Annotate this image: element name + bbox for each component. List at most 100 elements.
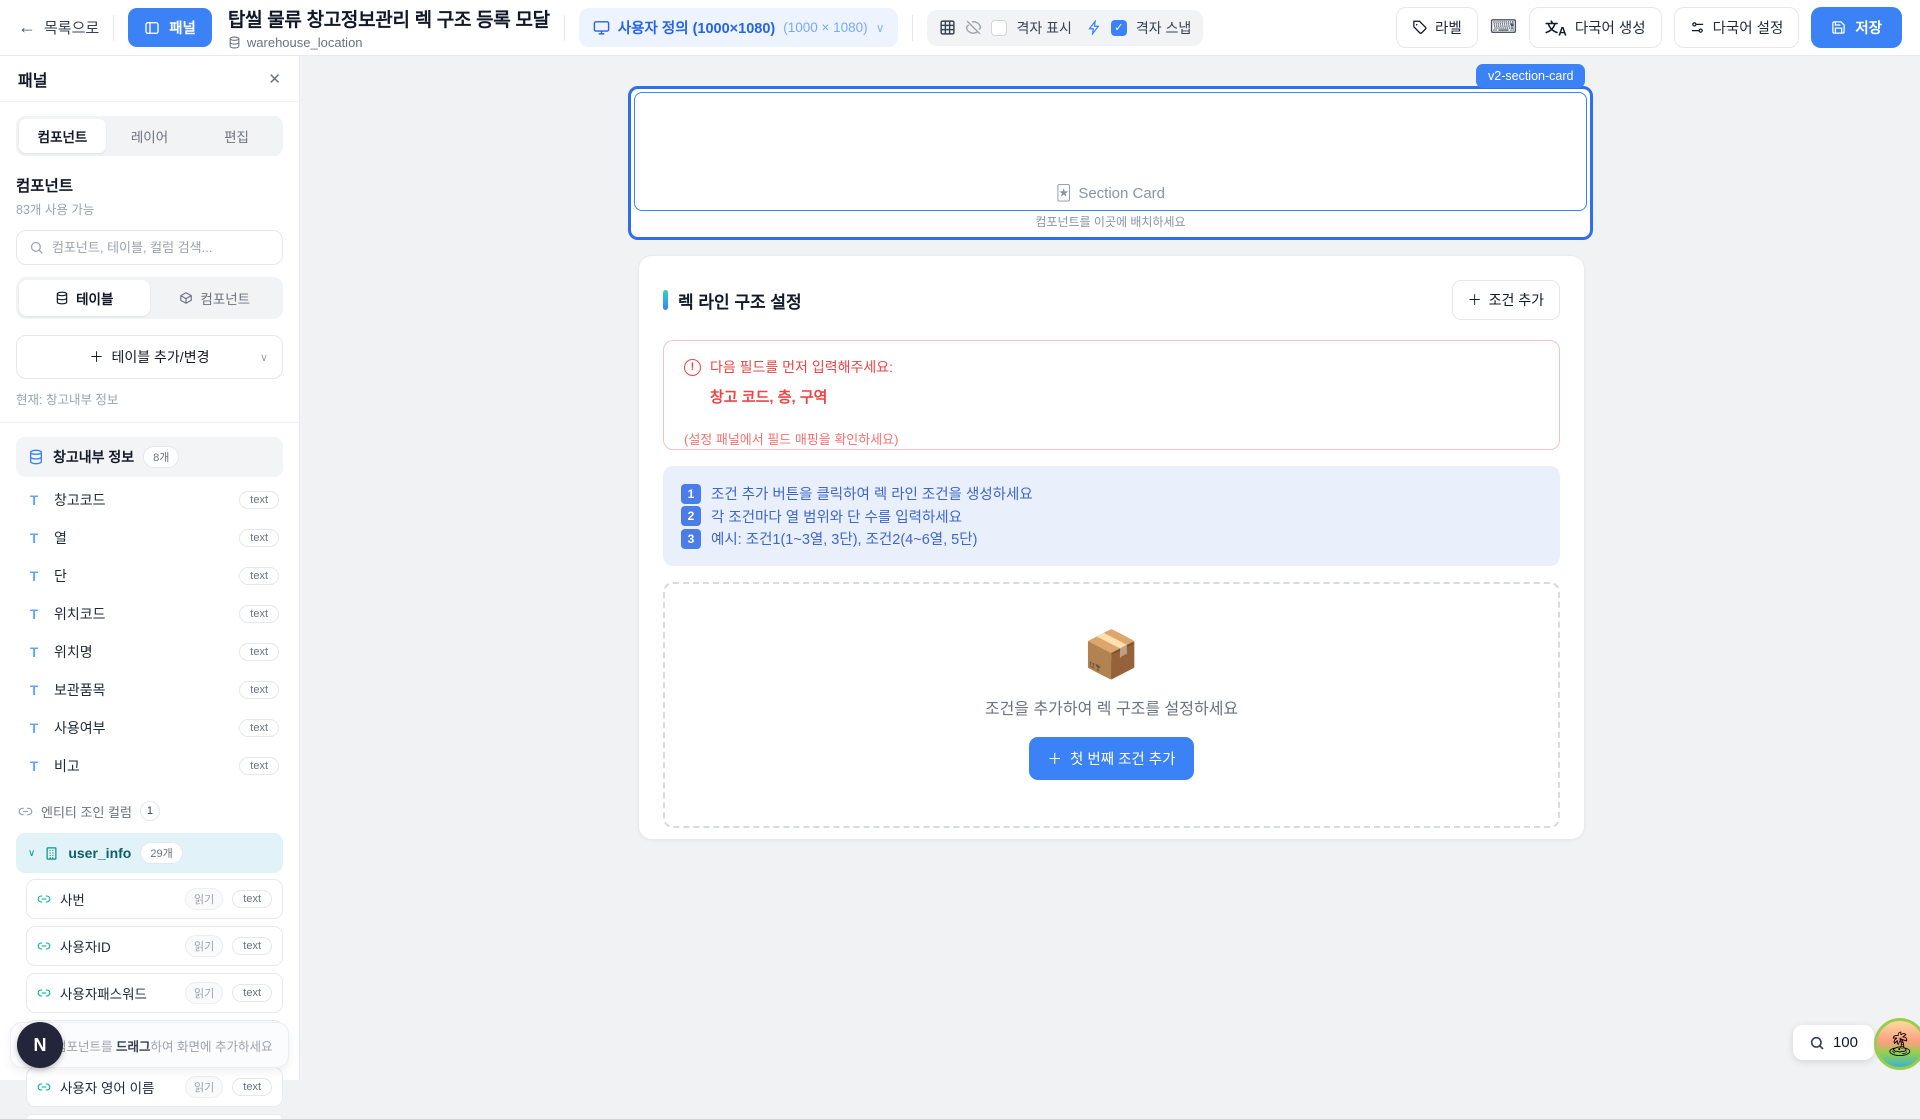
- field-type-badge: text: [239, 529, 279, 547]
- field-name: 창고코드: [54, 490, 229, 510]
- tab-edit[interactable]: 편집: [193, 119, 280, 153]
- join-field-item[interactable]: 사번 읽기 text: [26, 879, 283, 919]
- section-card-selected[interactable]: 🃏 Section Card 컴포넌트를 이곳에 배치하세요: [628, 86, 1593, 240]
- link-icon: [37, 1080, 51, 1094]
- i18n-settings-button[interactable]: 다국어 설정: [1674, 7, 1800, 48]
- table-name: warehouse_location: [247, 35, 363, 50]
- join-field-item[interactable]: 사용자패스워드 읽기 text: [26, 973, 283, 1013]
- table-field-item[interactable]: T 보관품목 text: [16, 671, 283, 709]
- table-field-item[interactable]: T 비고 text: [16, 747, 283, 785]
- table-field-item[interactable]: T 창고코드 text: [16, 481, 283, 519]
- entity-join-header: 엔티티 조인 컬럼 1: [16, 795, 283, 827]
- join-table-header[interactable]: ∨ user_info 29개: [16, 833, 283, 873]
- add-change-table-button[interactable]: ＋ 테이블 추가/변경 ∨: [16, 335, 283, 379]
- field-name: 사번: [60, 889, 176, 909]
- island-badge[interactable]: 🏝: [1874, 1018, 1920, 1070]
- chevron-down-icon: ∨: [876, 21, 885, 35]
- field-type-badge: text: [232, 1078, 272, 1096]
- table-field-item[interactable]: T 위치명 text: [16, 633, 283, 671]
- join-count-badge: 1: [140, 801, 160, 821]
- join-table-name: user_info: [68, 845, 131, 861]
- step-text: 예시: 조건1(1~3열, 3단), 조건2(4~6열, 5단): [711, 528, 977, 549]
- back-arrow-icon: ←: [18, 17, 36, 38]
- zoom-indicator[interactable]: 100: [1793, 1025, 1874, 1060]
- source-tab-tables[interactable]: 테이블: [19, 280, 150, 316]
- field-list: T 창고코드 text T 열 text T 단 text T 위치코드 tex…: [16, 481, 283, 785]
- field-name: 비고: [54, 756, 229, 776]
- text-type-icon: T: [30, 493, 44, 508]
- join-field-item[interactable]: 사용자 영어 이름 읽기 text: [26, 1067, 283, 1107]
- grid-show-checkbox[interactable]: [991, 20, 1007, 36]
- field-name: 사용자ID: [60, 936, 176, 956]
- add-first-condition-button[interactable]: ＋ 첫 번째 조건 추가: [1029, 737, 1195, 780]
- editor-canvas[interactable]: v2-section-card 🃏 Section Card 컴포넌트를 이곳에…: [300, 56, 1920, 1080]
- source-toggle: 테이블 컴포넌트: [16, 277, 283, 319]
- grid-snap-checkbox[interactable]: ✓: [1111, 20, 1127, 36]
- required-fields-warning: ! 다음 필드를 먼저 입력해주세요: 창고 코드, 층, 구역 (설정 패널에…: [663, 340, 1560, 450]
- readonly-badge: 읽기: [185, 935, 223, 957]
- readonly-badge: 읽기: [185, 888, 223, 910]
- grid-icon: [939, 19, 956, 36]
- tab-layers[interactable]: 레이어: [106, 119, 193, 153]
- warning-icon: !: [684, 359, 701, 376]
- add-condition-button[interactable]: ＋ 조건 추가: [1452, 280, 1560, 320]
- back-label: 목록으로: [44, 17, 99, 38]
- back-to-list-button[interactable]: ← 목록으로: [18, 17, 99, 38]
- building-icon: [44, 846, 59, 861]
- field-type-badge: text: [239, 567, 279, 585]
- field-name: 보관품목: [54, 680, 229, 700]
- field-type-badge: text: [239, 719, 279, 737]
- field-type-badge: text: [232, 984, 272, 1002]
- panel-toggle-button[interactable]: 패널: [128, 8, 212, 47]
- join-table-count: 29개: [140, 842, 182, 864]
- save-icon: [1831, 20, 1846, 35]
- field-type-badge: text: [239, 681, 279, 699]
- table-field-item[interactable]: T 사용여부 text: [16, 709, 283, 747]
- link-icon: [37, 892, 51, 906]
- tab-components[interactable]: 컴포넌트: [19, 119, 106, 153]
- section-card[interactable]: 🃏 Section Card: [634, 92, 1587, 211]
- translate-icon: 文A: [1545, 17, 1567, 39]
- step-number: 3: [681, 529, 701, 549]
- save-button[interactable]: 저장: [1811, 7, 1902, 48]
- field-type-badge: text: [239, 605, 279, 623]
- readonly-badge: 읽기: [185, 1076, 223, 1098]
- table-field-count: 8개: [143, 446, 179, 468]
- close-panel-button[interactable]: ✕: [268, 70, 281, 88]
- search-input[interactable]: [52, 240, 270, 255]
- empty-state-text: 조건을 추가하여 렉 구조를 설정하세요: [985, 695, 1238, 719]
- join-field-item[interactable]: 사용자ID 읽기 text: [26, 926, 283, 966]
- database-icon: [55, 291, 69, 305]
- section-card-dropzone[interactable]: 컴포넌트를 이곳에 배치하세요: [634, 208, 1587, 234]
- panel-title: 패널: [18, 67, 47, 91]
- readonly-badge: 읽기: [185, 982, 223, 1004]
- components-section-title: 컴포넌트: [16, 174, 283, 196]
- divider: [564, 15, 565, 41]
- n-logo-badge: N: [17, 1022, 63, 1068]
- text-type-icon: T: [30, 683, 44, 698]
- link-icon: [18, 804, 33, 819]
- label-button[interactable]: 라벨: [1396, 7, 1478, 48]
- plus-icon: ＋: [1468, 290, 1482, 310]
- section-card-label: Section Card: [1078, 185, 1165, 202]
- field-name: 단: [54, 566, 229, 586]
- viewport-size-selector[interactable]: 사용자 정의 (1000×1080) (1000 × 1080) ∨: [579, 8, 899, 47]
- text-type-icon: T: [30, 759, 44, 774]
- viewport-label: 사용자 정의 (1000×1080): [618, 17, 775, 38]
- current-table-label: 현재: 창고내부 정보: [16, 389, 283, 408]
- table-field-item[interactable]: T 열 text: [16, 519, 283, 557]
- close-icon: ✕: [268, 71, 281, 88]
- table-group-header[interactable]: 창고내부 정보 8개: [16, 437, 283, 477]
- section-card-icon: 🃏: [1056, 184, 1071, 202]
- keyboard-shortcuts-button[interactable]: ⌨: [1490, 16, 1517, 39]
- page-title: 탑씰 물류 창고정보관리 렉 구조 등록 모달: [228, 5, 550, 32]
- rack-card-title: 렉 라인 구조 설정: [678, 288, 802, 313]
- table-field-item[interactable]: T 단 text: [16, 557, 283, 595]
- magnifier-icon: [1809, 1035, 1825, 1051]
- join-field-item-partial[interactable]: [26, 1114, 283, 1119]
- search-icon: [29, 240, 44, 255]
- table-field-item[interactable]: T 위치코드 text: [16, 595, 283, 633]
- component-search[interactable]: [16, 230, 283, 265]
- source-tab-components[interactable]: 컴포넌트: [150, 280, 281, 316]
- i18n-generate-button[interactable]: 文A 다국어 생성: [1529, 7, 1661, 49]
